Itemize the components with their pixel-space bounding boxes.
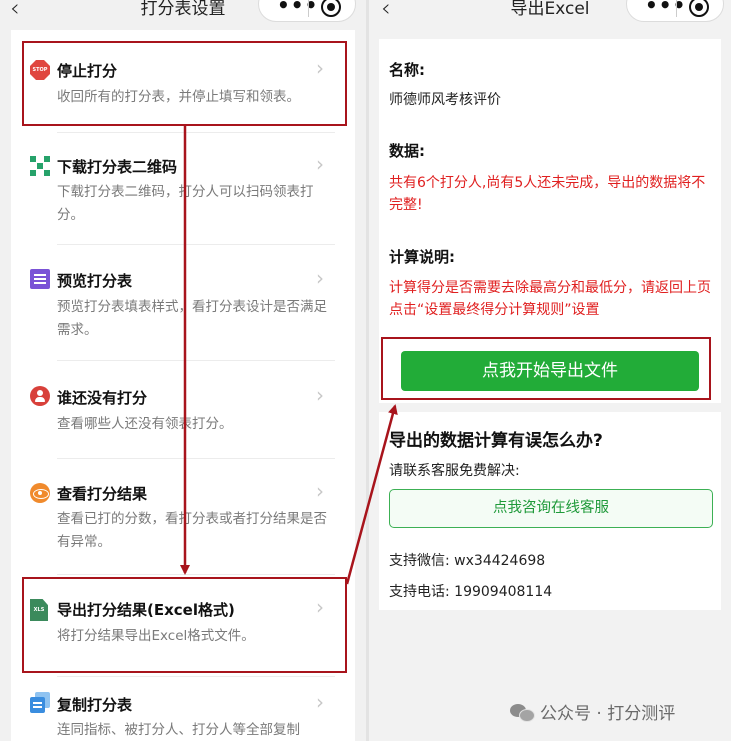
wechat-icon xyxy=(510,702,535,722)
phone-support: 支持电话: 19909408114 xyxy=(389,581,552,601)
name-label: 名称: xyxy=(389,61,425,79)
menu-item-preview[interactable]: 预览打分表 预览打分表填表样式，看打分表设计是否满足需求。 › xyxy=(11,244,355,360)
chevron-right-icon: › xyxy=(316,152,324,176)
excel-icon: XLS xyxy=(30,599,48,621)
menu-item-title: 谁还没有打分 xyxy=(57,389,148,407)
more-icon[interactable]: ••• xyxy=(645,0,686,17)
stop-icon: STOP xyxy=(30,60,50,80)
menu-item-desc: 连同指标、被打分人、打分人等全部复制 xyxy=(57,722,300,738)
more-icon[interactable]: ••• xyxy=(277,0,318,17)
help-title: 导出的数据计算有误怎么办? xyxy=(389,431,603,451)
menu-item-title: 导出打分结果(Excel格式) xyxy=(57,601,235,619)
menu-item-title: 复制打分表 xyxy=(57,696,133,714)
menu-item-export-excel[interactable]: XLS 导出打分结果(Excel格式) 将打分结果导出Excel格式文件。 › xyxy=(11,574,355,674)
close-target-icon[interactable] xyxy=(689,0,709,17)
menu-item-desc: 将打分结果导出Excel格式文件。 xyxy=(57,628,255,644)
mini-program-capsule: ••• xyxy=(258,0,356,22)
chevron-right-icon: › xyxy=(316,266,324,290)
eye-icon xyxy=(30,483,50,503)
menu-item-title: 下载打分表二维码 xyxy=(57,158,178,176)
menu-item-desc: 预览打分表填表样式，看打分表设计是否满足需求。 xyxy=(57,299,327,338)
export-file-button[interactable]: 点我开始导出文件 xyxy=(401,351,699,391)
chevron-right-icon: › xyxy=(316,383,324,407)
menu-item-download-qr[interactable]: 下载打分表二维码 下载打分表二维码，打分人可以扫码领表打分。 › xyxy=(11,132,355,246)
right-phone-screen: ‹ 导出Excel ••• 名称: 师德师风考核评价 数据: 共有6个打分人,尚… xyxy=(369,0,731,741)
menu-item-view-results[interactable]: 查看打分结果 查看已打的分数，看打分表或者打分结果是否有异常。 › xyxy=(11,458,355,574)
help-text: 请联系客服免费解决: xyxy=(389,463,520,479)
wechat-support: 支持微信: wx34424698 xyxy=(389,550,545,570)
chevron-right-icon: › xyxy=(316,479,324,503)
data-label: 数据: xyxy=(389,142,425,160)
export-info-card: 名称: 师德师风考核评价 数据: 共有6个打分人,尚有5人还未完成，导出的数据将… xyxy=(379,39,721,403)
mini-program-capsule: ••• xyxy=(626,0,724,22)
phone-label: 支持电话: xyxy=(389,584,450,600)
menu-item-copy[interactable]: 复制打分表 连同指标、被打分人、打分人等全部复制 › xyxy=(11,676,355,741)
menu-item-desc: 收回所有的打分表，并停止填写和领表。 xyxy=(57,89,300,105)
help-card: 导出的数据计算有误怎么办? 请联系客服免费解决: 点我咨询在线客服 支持微信: … xyxy=(379,412,721,610)
menu-item-desc: 查看哪些人还没有领表打分。 xyxy=(57,416,233,432)
menu-item-title: 查看打分结果 xyxy=(57,485,148,503)
copy-icon xyxy=(30,692,50,713)
chevron-right-icon: › xyxy=(316,595,324,619)
menu-item-stop-scoring[interactable]: STOP 停止打分 收回所有的打分表，并停止填写和领表。 › xyxy=(11,30,355,130)
qr-code-icon xyxy=(30,156,50,176)
watermark-text: 公众号 · 打分测评 xyxy=(540,704,676,724)
chevron-right-icon: › xyxy=(316,56,324,80)
data-warning: 共有6个打分人,尚有5人还未完成，导出的数据将不完整! xyxy=(389,175,706,213)
menu-item-title: 停止打分 xyxy=(57,62,118,80)
name-value: 师德师风考核评价 xyxy=(389,92,501,108)
left-nav-bar: ‹ 打分表设置 ••• xyxy=(0,0,366,30)
person-alert-icon xyxy=(30,386,50,406)
chevron-right-icon: › xyxy=(316,690,324,714)
phone-value: 19909408114 xyxy=(454,584,553,600)
menu-item-title: 预览打分表 xyxy=(57,272,133,290)
left-phone-screen: ‹ 打分表设置 ••• STOP 停止打分 收回所有的打分表，并停止填写和领表。… xyxy=(0,0,366,741)
wechat-label: 支持微信: xyxy=(389,553,450,569)
menu-item-desc: 下载打分表二维码，打分人可以扫码领表打分。 xyxy=(57,184,314,223)
calc-warning: 计算得分是否需要去除最高分和最低分，请返回上页点击“设置最终得分计算规则”设置 xyxy=(389,280,711,318)
menu-item-who-not-scored[interactable]: 谁还没有打分 查看哪些人还没有领表打分。 › xyxy=(11,360,355,460)
right-nav-bar: ‹ 导出Excel ••• xyxy=(369,0,731,30)
settings-menu: STOP 停止打分 收回所有的打分表，并停止填写和领表。 › 下载打分表二维码 … xyxy=(11,30,355,741)
calc-label: 计算说明: xyxy=(389,248,455,266)
wechat-value: wx34424698 xyxy=(454,553,546,569)
close-target-icon[interactable] xyxy=(321,0,341,17)
online-service-button[interactable]: 点我咨询在线客服 xyxy=(389,489,713,528)
document-icon xyxy=(30,269,50,289)
watermark: 公众号 · 打分测评 xyxy=(510,699,675,724)
menu-item-desc: 查看已打的分数，看打分表或者打分结果是否有异常。 xyxy=(57,511,327,550)
